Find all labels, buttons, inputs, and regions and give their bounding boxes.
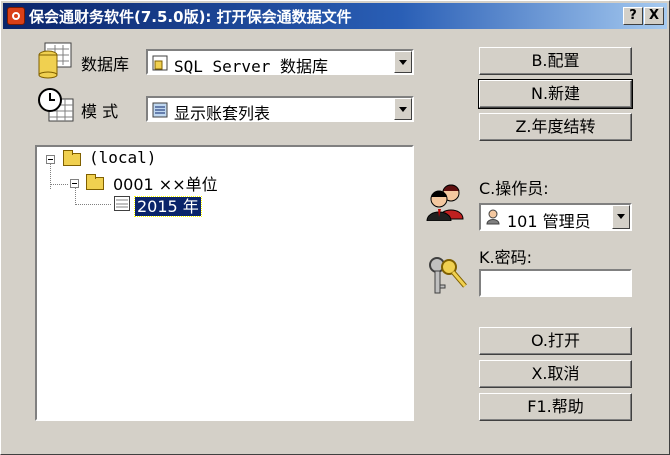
mode-label: 模 式 bbox=[81, 102, 119, 121]
cancel-button[interactable]: X.取消 bbox=[479, 360, 632, 388]
user-icon bbox=[486, 209, 500, 225]
keys-icon bbox=[429, 257, 467, 294]
mode-select[interactable]: 显示账套列表 bbox=[146, 96, 414, 123]
collapse-icon[interactable] bbox=[46, 155, 55, 164]
help-title-button[interactable]: ? bbox=[623, 7, 643, 25]
chevron-down-icon[interactable] bbox=[612, 205, 630, 229]
tree-node-unit[interactable]: 0001 ××单位 bbox=[113, 171, 218, 195]
tree-node-year-label: 2015 年 bbox=[134, 196, 202, 217]
database-select-value: SQL Server 数据库 bbox=[174, 57, 328, 76]
year-end-button[interactable]: Z.年度结转 bbox=[479, 113, 632, 141]
tree-line bbox=[75, 204, 111, 205]
folder-icon bbox=[63, 150, 81, 166]
operators-icon bbox=[426, 184, 464, 221]
mode-select-value: 显示账套列表 bbox=[174, 104, 271, 123]
chevron-down-icon[interactable] bbox=[394, 98, 412, 120]
database-select[interactable]: SQL Server 数据库 bbox=[146, 49, 414, 76]
tree-node-year[interactable]: 2015 年 bbox=[134, 193, 202, 217]
password-label: K.密码: bbox=[479, 248, 532, 267]
database-label: 数据库 bbox=[81, 55, 130, 74]
operator-select-value: 101 管理员 bbox=[507, 212, 591, 231]
operator-select[interactable]: 101 管理员 bbox=[479, 203, 632, 231]
tree-line bbox=[50, 184, 68, 185]
database-small-icon bbox=[152, 55, 168, 71]
year-book-icon bbox=[114, 196, 130, 211]
title-bar[interactable]: 保会通财务软件(7.5.0版): 打开保会通数据文件 ? X bbox=[3, 3, 667, 29]
collapse-icon[interactable] bbox=[70, 179, 79, 188]
dialog-window: 保会通财务软件(7.5.0版): 打开保会通数据文件 ? X 数据库 SQL S… bbox=[0, 0, 670, 455]
database-icon bbox=[38, 42, 72, 79]
help-button[interactable]: F1.帮助 bbox=[479, 393, 632, 421]
list-icon bbox=[152, 102, 168, 118]
folder-open-icon bbox=[86, 174, 104, 190]
account-tree[interactable]: (local) 0001 ××单位 2015 年 bbox=[35, 145, 414, 421]
clock-grid-icon bbox=[38, 88, 74, 122]
open-button[interactable]: O.打开 bbox=[479, 327, 632, 355]
operator-label: C.操作员: bbox=[479, 179, 549, 198]
config-button[interactable]: B.配置 bbox=[479, 47, 632, 75]
tree-node-local[interactable]: (local) bbox=[89, 148, 156, 167]
password-field[interactable] bbox=[479, 269, 632, 297]
window-title: 保会通财务软件(7.5.0版): 打开保会通数据文件 bbox=[29, 8, 352, 26]
chevron-down-icon[interactable] bbox=[394, 51, 412, 73]
close-title-button[interactable]: X bbox=[644, 7, 664, 25]
app-icon bbox=[7, 7, 25, 25]
new-button[interactable]: N.新建 bbox=[478, 79, 633, 109]
